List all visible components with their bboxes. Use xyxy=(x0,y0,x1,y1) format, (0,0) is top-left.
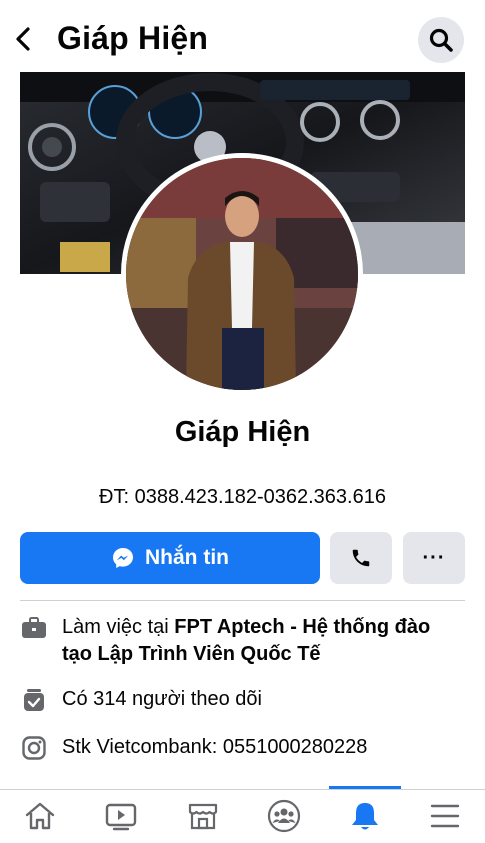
detail-followers: Có 314 người theo dõi xyxy=(20,686,465,714)
search-icon xyxy=(429,28,453,52)
phone-icon xyxy=(352,549,370,567)
messenger-icon xyxy=(113,548,133,568)
chevron-left-icon xyxy=(16,27,30,51)
instagram-text[interactable]: Stk Vietcombank: 0551000280228 xyxy=(62,734,465,761)
profile-bio: ĐT: 0388.423.182-0362.363.616 xyxy=(99,486,386,508)
action-bar: Nhắn tin ··· xyxy=(20,532,465,584)
more-icon: ··· xyxy=(422,546,446,569)
top-bar: Giáp Hiện xyxy=(0,0,485,72)
divider xyxy=(20,600,465,601)
avatar xyxy=(126,158,358,390)
nav-notifications[interactable] xyxy=(343,796,387,836)
work-prefix: Làm việc tại xyxy=(62,616,175,638)
call-button[interactable] xyxy=(330,532,392,584)
profile-picture[interactable] xyxy=(121,153,363,395)
followers-icon xyxy=(20,686,48,714)
briefcase-icon xyxy=(20,614,48,642)
person-photo xyxy=(126,158,358,390)
bottom-nav xyxy=(0,789,485,843)
detail-instagram: Stk Vietcombank: 0551000280228 xyxy=(20,734,465,762)
home-icon xyxy=(25,802,55,830)
nav-menu[interactable] xyxy=(423,796,467,836)
nav-home[interactable] xyxy=(18,796,62,836)
message-button[interactable]: Nhắn tin xyxy=(20,532,320,584)
search-button[interactable] xyxy=(418,17,464,63)
notifications-icon xyxy=(352,803,378,830)
nav-marketplace[interactable] xyxy=(181,796,225,836)
profile-name: Giáp Hiện xyxy=(174,416,311,448)
menu-icon xyxy=(430,804,460,828)
more-button[interactable]: ··· xyxy=(403,532,465,584)
back-button[interactable] xyxy=(10,24,36,54)
nav-watch[interactable] xyxy=(99,796,143,836)
followers-text[interactable]: Có 314 người theo dõi xyxy=(62,686,465,713)
instagram-icon xyxy=(20,734,48,762)
message-button-label: Nhắn tin xyxy=(145,546,229,569)
marketplace-icon xyxy=(188,803,218,830)
page-title: Giáp Hiện xyxy=(57,20,209,56)
groups-icon xyxy=(267,799,301,833)
nav-groups[interactable] xyxy=(262,796,306,836)
detail-work: Làm việc tại FPT Aptech - Hệ thống đào t… xyxy=(20,614,465,668)
watch-icon xyxy=(105,803,137,831)
